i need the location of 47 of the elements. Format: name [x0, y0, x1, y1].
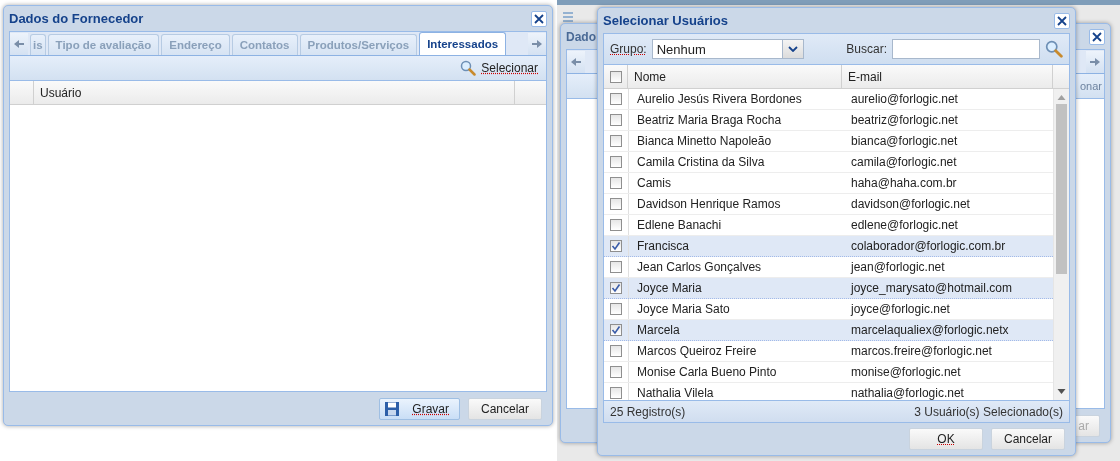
table-cell-text: nathalia@forlogic.net	[850, 385, 965, 402]
table-cell-text: Joyce Maria Sato	[636, 301, 731, 318]
table-cell-text: joyce_marysato@hotmail.com	[849, 280, 1013, 297]
dialog-title: Dados do Fornecedor	[9, 11, 144, 26]
column-header: Nome	[628, 65, 842, 88]
save-button[interactable]: Gravar	[379, 398, 460, 420]
search-label: Buscar:	[846, 42, 887, 56]
table-cell-text: jean@forlogic.net	[849, 259, 946, 276]
column-header: Usuário	[34, 81, 515, 104]
table-cell-text: Edlene Banachi	[636, 217, 723, 234]
table-cell-text: bianca@forlogic.net	[850, 133, 959, 150]
table-cell-text: davidson@forlogic.net	[850, 196, 971, 213]
table-cell-text: Camis	[636, 175, 672, 192]
dialog-title: Dado	[566, 29, 596, 44]
selected-count: 3 Usuário(s) Selecionado(s)	[914, 404, 1063, 419]
dialog-title: Selecionar Usuários	[603, 13, 728, 28]
table-cell-text: haha@haha.com.br	[850, 175, 958, 192]
table-cell-text: Aurelio Jesús Rivera Bordones	[636, 91, 803, 108]
group-dropdown[interactable]: Nenhum	[651, 39, 804, 59]
table-cell-text: Jean Carlos Gonçalves	[636, 259, 763, 276]
ok-button[interactable]: OK	[909, 428, 983, 450]
cancel-button[interactable]: Cancelar	[991, 428, 1065, 450]
table-cell-text: Marcela	[636, 322, 681, 339]
table-cell-text: Monise Carla Bueno Pinto	[636, 364, 778, 381]
table-cell-text: Camila Cristina da Silva	[636, 154, 766, 171]
table-cell-text: monise@forlogic.net	[850, 364, 962, 381]
group-label: Grupo:	[610, 42, 647, 56]
table-cell-text: edlene@forlogic.net	[850, 217, 959, 234]
table-cell-text: Marcos Queiroz Freire	[636, 343, 758, 360]
table-cell-text: joyce@forlogic.net	[849, 301, 951, 318]
cancel-button[interactable]: Cancelar	[468, 398, 542, 420]
record-count: 25 Registro(s)	[610, 404, 686, 419]
table-cell-text: Joyce Maria	[636, 280, 703, 297]
tab[interactable]: Interessados	[419, 32, 507, 55]
table-cell-text: colaborador@forlogic.com.br	[850, 238, 1007, 255]
table-cell-text: marcos.freire@forlogic.net	[850, 343, 993, 360]
column-header: E-mail	[842, 65, 1053, 88]
table-cell-text: Francisca	[636, 238, 690, 255]
table-cell-text: marcelaqualiex@forlogic.netx	[850, 322, 1010, 339]
table-cell-text: beatriz@forlogic.net	[850, 112, 959, 129]
select-link[interactable]: Selecionar	[460, 60, 538, 76]
table-cell-text: Bianca Minetto Napoleão	[636, 133, 773, 150]
table-cell-text: camila@forlogic.net	[850, 154, 958, 171]
table-cell-text: Nathalia Vilela	[636, 385, 715, 402]
table-cell-text: aurelio@forlogic.net	[850, 91, 959, 108]
table-cell-text: Beatriz Maria Braga Rocha	[636, 112, 783, 129]
table-cell-text: Davidson Henrique Ramos	[636, 196, 782, 213]
